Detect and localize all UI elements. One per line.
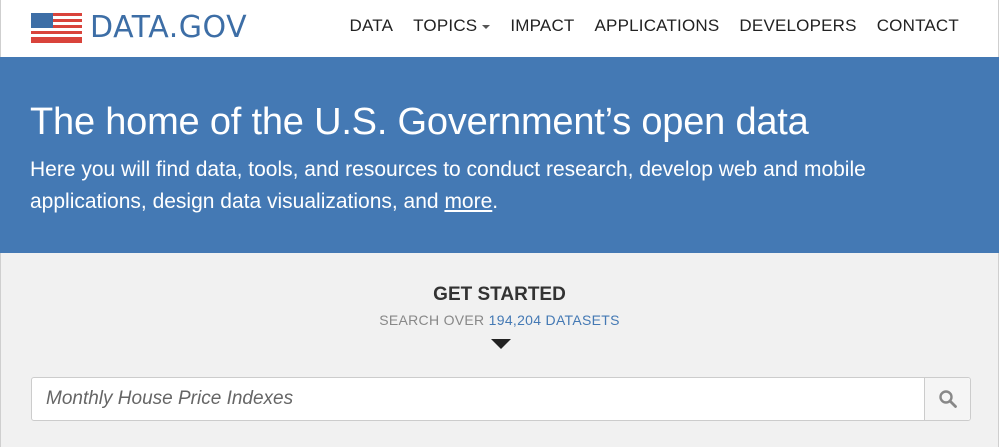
dataset-count-line: SEARCH OVER 194,204 DATASETS xyxy=(1,312,998,328)
hero-description: Here you will find data, tools, and reso… xyxy=(30,154,930,218)
search-button[interactable] xyxy=(924,378,970,420)
nav-item-topics[interactable]: TOPICS xyxy=(403,14,500,38)
nav-item-developers[interactable]: DEVELOPERS xyxy=(729,14,866,38)
nav-label: CONTACT xyxy=(876,16,959,35)
us-flag-icon xyxy=(31,13,82,43)
brand-name: DATA.GOV xyxy=(90,10,248,45)
hero-title: The home of the U.S. Government’s open d… xyxy=(30,101,809,143)
search-over-label: SEARCH OVER xyxy=(379,312,489,328)
caret-down-icon xyxy=(491,339,511,349)
nav-item-applications[interactable]: APPLICATIONS xyxy=(585,14,730,38)
nav-label: DATA xyxy=(349,16,394,35)
hero-banner: The home of the U.S. Government’s open d… xyxy=(0,57,999,253)
dataset-search-bar xyxy=(31,377,971,421)
get-started-section: GET STARTED SEARCH OVER 194,204 DATASETS xyxy=(0,253,999,447)
nav-label: IMPACT xyxy=(510,16,575,35)
main-nav: DATA TOPICS IMPACT APPLICATIONS DEVELOPE… xyxy=(340,14,959,38)
nav-label: APPLICATIONS xyxy=(594,16,720,35)
get-started-heading: GET STARTED xyxy=(433,284,566,305)
hero-period: . xyxy=(492,190,499,213)
search-icon xyxy=(938,390,957,408)
nav-label: DEVELOPERS xyxy=(739,16,857,35)
brand-logo-link[interactable]: DATA.GOV xyxy=(31,11,247,45)
nav-item-contact[interactable]: CONTACT xyxy=(867,14,959,38)
more-link[interactable]: more xyxy=(444,190,492,213)
search-input[interactable] xyxy=(32,378,924,420)
dataset-count: 194,204 DATASETS xyxy=(488,312,620,328)
nav-label: TOPICS xyxy=(413,16,478,35)
top-navbar: DATA.GOV DATA TOPICS IMPACT APPLICATIONS… xyxy=(0,0,999,57)
nav-item-data[interactable]: DATA xyxy=(340,14,404,38)
chevron-down-icon xyxy=(482,25,491,29)
nav-item-impact[interactable]: IMPACT xyxy=(500,14,584,38)
